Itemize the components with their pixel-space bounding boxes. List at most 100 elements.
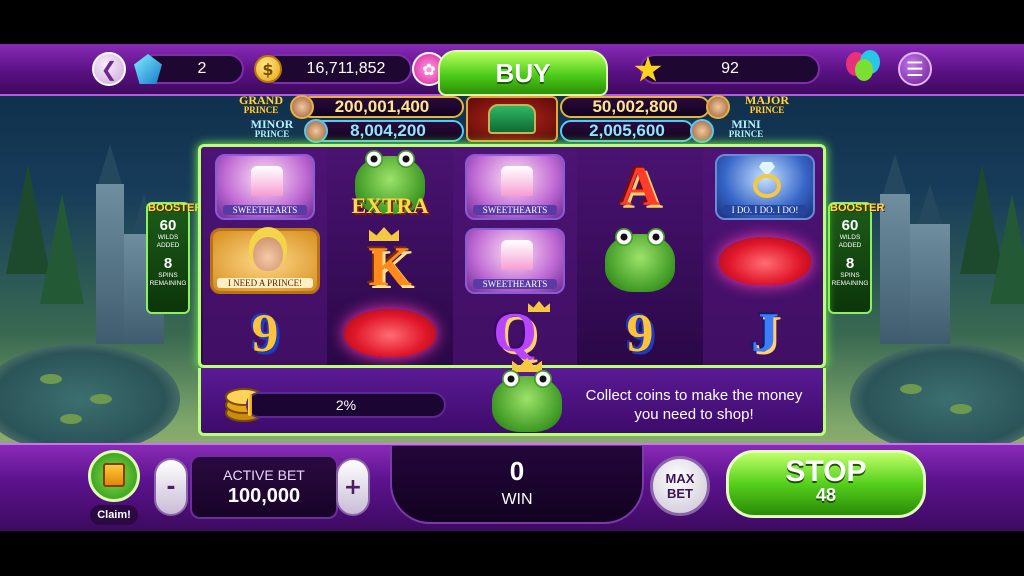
ring-icon (753, 174, 781, 198)
pond-right (850, 344, 1024, 454)
spins-label-1: SPINS (158, 272, 178, 279)
lips-icon (719, 237, 811, 285)
lily-pad (90, 394, 112, 404)
crown-icon (512, 358, 542, 372)
cake-card: SWEETHEARTS (465, 228, 565, 294)
balloons-icon[interactable] (842, 50, 886, 88)
nine-symbol: 9 (581, 297, 699, 365)
wilds-label-1: WILDS (839, 234, 861, 241)
claim-label[interactable]: Claim! (90, 505, 138, 525)
cake-icon (501, 240, 533, 270)
autospin-count: 48 (815, 485, 837, 505)
lily-pad (40, 374, 62, 384)
major-label-line2: PRINCE (749, 105, 785, 115)
extra-frog-symbol: EXTRA (331, 149, 449, 221)
sweethearts-symbol: SWEETHEARTS (206, 151, 324, 223)
grand-label-line2: PRINCE (243, 105, 279, 115)
princess-icon (253, 237, 283, 271)
mini-jackpot-value: 2,005,600 (560, 120, 694, 142)
frog-icon (605, 228, 675, 292)
menu-button[interactable]: ☰ (898, 52, 932, 86)
spins-remaining-value: 8 (845, 255, 855, 272)
minor-jackpot-label: MINOR PRINCE (242, 118, 302, 139)
reel-column-4: A 9 (578, 147, 702, 365)
booster-panel-right: BOOSTER 60 WILDS ADDED 8 SPINS REMAINING (828, 202, 885, 314)
castle-roof-left (98, 144, 122, 184)
grand-jackpot-label: GRAND PRINCE (228, 94, 294, 115)
spins-label-1: SPINS (840, 272, 860, 279)
mini-jackpot-label: MINI PRINCE (718, 118, 774, 139)
wilds-added-value: 60 (841, 217, 859, 234)
booster-title: BOOSTER (830, 202, 885, 214)
minor-prince-avatar (304, 119, 328, 143)
spins-remaining-value: 8 (163, 255, 173, 272)
cake-card: SWEETHEARTS (215, 154, 315, 220)
collect-progress-fill (248, 394, 252, 416)
win-value: 0 (509, 456, 525, 486)
active-bet-value: 100,000 (227, 485, 301, 507)
grand-prince-avatar (290, 95, 314, 119)
cake-icon (501, 166, 533, 196)
buy-button[interactable]: BUY (438, 50, 608, 96)
collect-progress-text: 2% (335, 397, 357, 413)
max-bet-button[interactable]: MAX BET (650, 456, 710, 516)
stop-button[interactable]: STOP 48 (726, 450, 926, 518)
spins-label-2: REMAINING (831, 280, 869, 287)
telephone-icon (488, 104, 536, 134)
increase-bet-button[interactable]: + (336, 458, 370, 516)
gems-value: 2 (197, 60, 207, 77)
reel-column-5: I DO. I DO. I DO! J (703, 147, 823, 365)
lips-symbol (331, 297, 449, 365)
coins-counter: 16,711,852 (262, 54, 412, 84)
reel-column-3: SWEETHEARTS SWEETHEARTS Q (453, 147, 577, 365)
major-jackpot-value: 50,002,800 (560, 96, 710, 118)
mini-prince-avatar (690, 119, 714, 143)
prince-card: I NEED A PRINCE! (210, 228, 320, 294)
stars-value: 92 (721, 60, 739, 77)
ring-label: I DO. I DO. I DO! (723, 205, 807, 215)
wilds-label-1: WILDS (157, 234, 179, 241)
stars-counter: 92 (640, 54, 820, 84)
back-button[interactable]: ❮ (92, 52, 126, 86)
wilds-label-2: ADDED (838, 242, 862, 249)
jack-letter: J (751, 302, 779, 364)
lily-pad (900, 384, 922, 394)
active-bet-title: ACTIVE BET (223, 467, 305, 483)
lily-pad (60, 414, 82, 424)
prince-label: I NEED A PRINCE! (217, 278, 313, 288)
booster-title: BOOSTER (148, 202, 203, 214)
grand-jackpot-value: 200,001,400 (300, 96, 464, 118)
queen-letter: Q (493, 302, 537, 364)
lips-icon (344, 309, 436, 357)
frog-king-icon (484, 356, 568, 436)
collect-message: Collect coins to make the money you need… (585, 387, 803, 423)
mini-label-line2: PRINCE (728, 129, 764, 139)
king-letter: K (368, 236, 412, 298)
wilds-added-value: 60 (159, 217, 177, 234)
gift-box-icon (103, 463, 125, 487)
win-label: WIN (501, 491, 533, 508)
sweethearts-label: SWEETHEARTS (473, 279, 557, 289)
wilds-label-2: ADDED (156, 242, 180, 249)
cake-icon (251, 166, 283, 196)
coins-value: 16,711,852 (306, 60, 386, 77)
lily-pad (950, 404, 972, 414)
coin-icon: $ (254, 55, 282, 83)
ace-symbol: A (581, 151, 699, 223)
max-bet-line1: MAX (665, 471, 695, 486)
sweethearts-symbol: SWEETHEARTS (456, 225, 574, 297)
tree-right-2 (990, 194, 1024, 304)
frog-icon (492, 370, 562, 432)
max-bet-line2: BET (666, 486, 693, 501)
ring-card: I DO. I DO. I DO! (715, 154, 815, 220)
decrease-bet-button[interactable]: - (154, 458, 188, 516)
nine-symbol-text: 9 (251, 303, 279, 363)
ring-symbol: I DO. I DO. I DO! (706, 151, 823, 223)
cake-card: SWEETHEARTS (465, 154, 565, 220)
nine-symbol: 9 (206, 297, 324, 365)
collect-progress-bar: 2% (246, 392, 446, 418)
booster-panel-left: BOOSTER 60 WILDS ADDED 8 SPINS REMAINING (146, 202, 203, 314)
castle-tower-left (96, 184, 124, 344)
lips-symbol (706, 225, 823, 297)
reel-grid: SWEETHEARTS I NEED A PRINCE! 9 EXTRA K S… (198, 144, 826, 368)
